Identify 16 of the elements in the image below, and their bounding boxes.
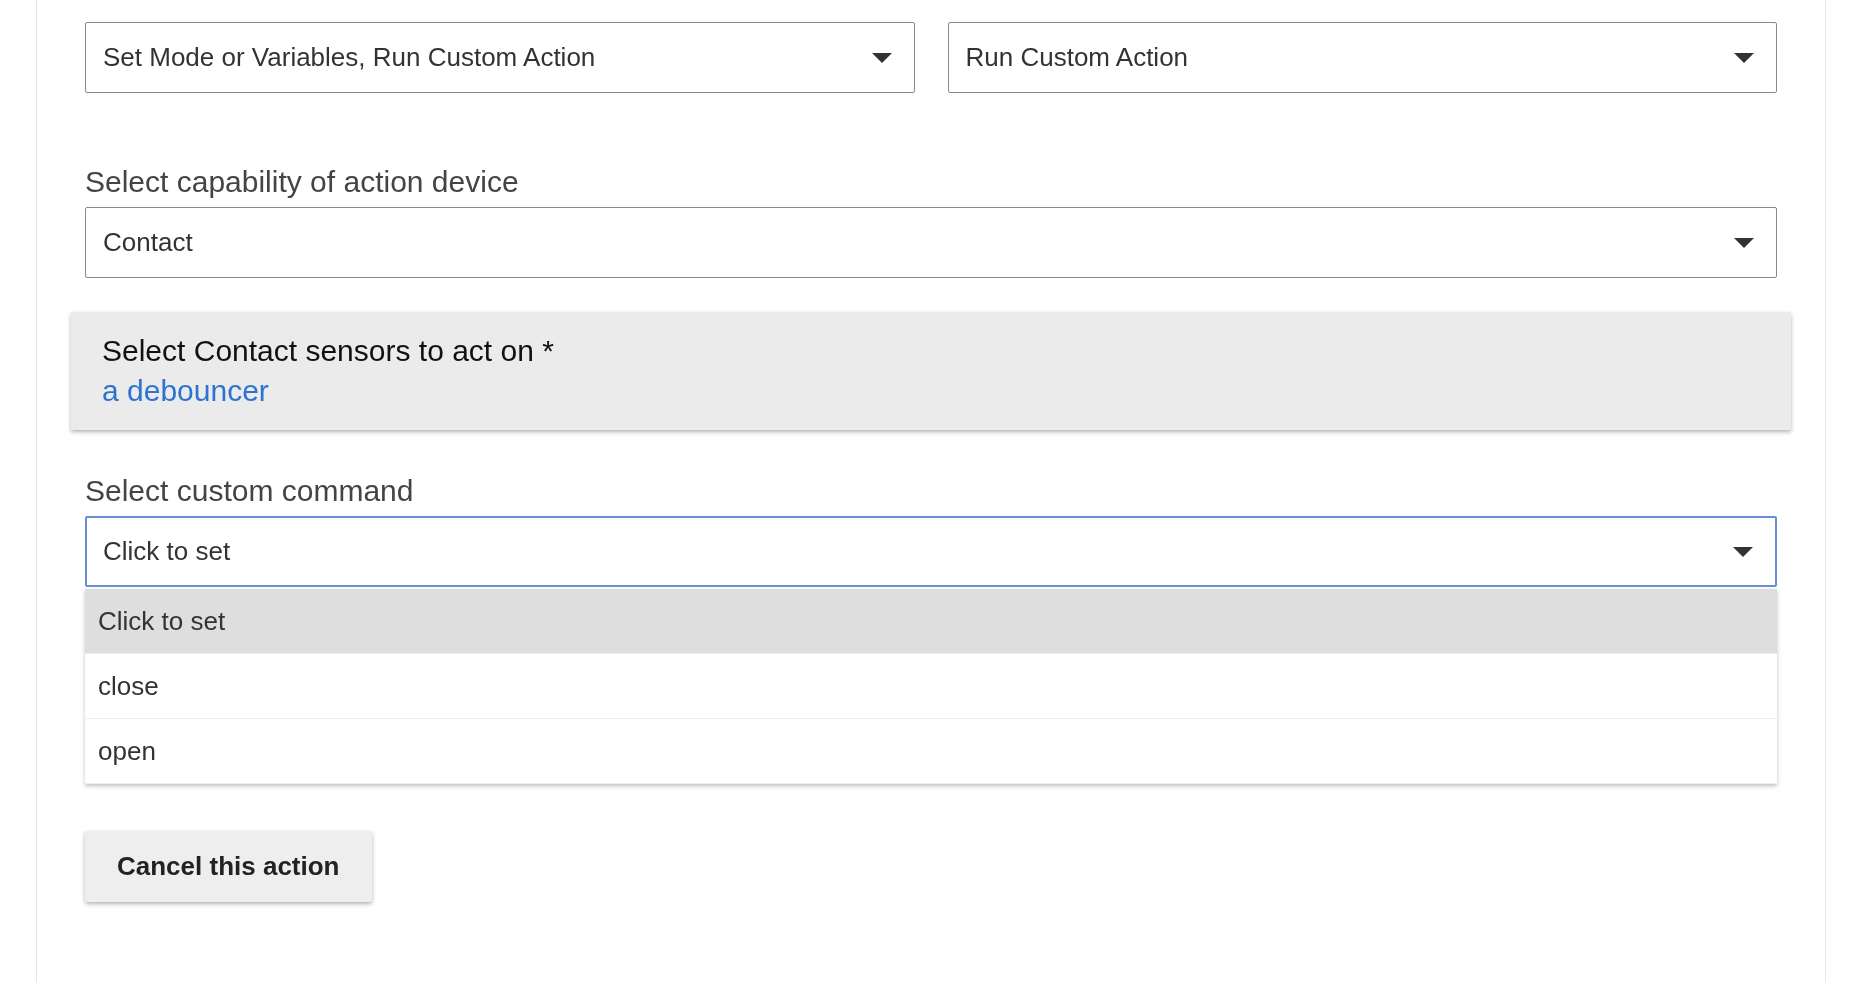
dropdown-option[interactable]: Click to set bbox=[85, 589, 1777, 654]
caret-icon bbox=[871, 52, 892, 63]
cancel-button[interactable]: Cancel this action bbox=[85, 831, 372, 902]
dropdown-field[interactable]: Contact bbox=[85, 207, 1777, 278]
dropdown-option[interactable]: close bbox=[85, 654, 1777, 719]
field-label: Select capability of action device bbox=[85, 165, 520, 199]
field-label: Select custom command bbox=[85, 474, 415, 508]
caret-icon bbox=[1734, 237, 1754, 248]
dropdown-field[interactable]: Click to set bbox=[85, 516, 1777, 587]
device-link[interactable]: a debouncer bbox=[102, 374, 269, 407]
dropdown-field[interactable]: Set Mode or Variables, Run Custom Action bbox=[85, 22, 915, 93]
caret-icon bbox=[1734, 52, 1754, 63]
dropdown-option[interactable]: open bbox=[85, 719, 1777, 784]
caret-icon bbox=[1733, 546, 1753, 557]
card-title: Select Contact sensors to act on * bbox=[102, 334, 555, 368]
dropdown-field[interactable]: Run Custom Action bbox=[947, 22, 1777, 93]
